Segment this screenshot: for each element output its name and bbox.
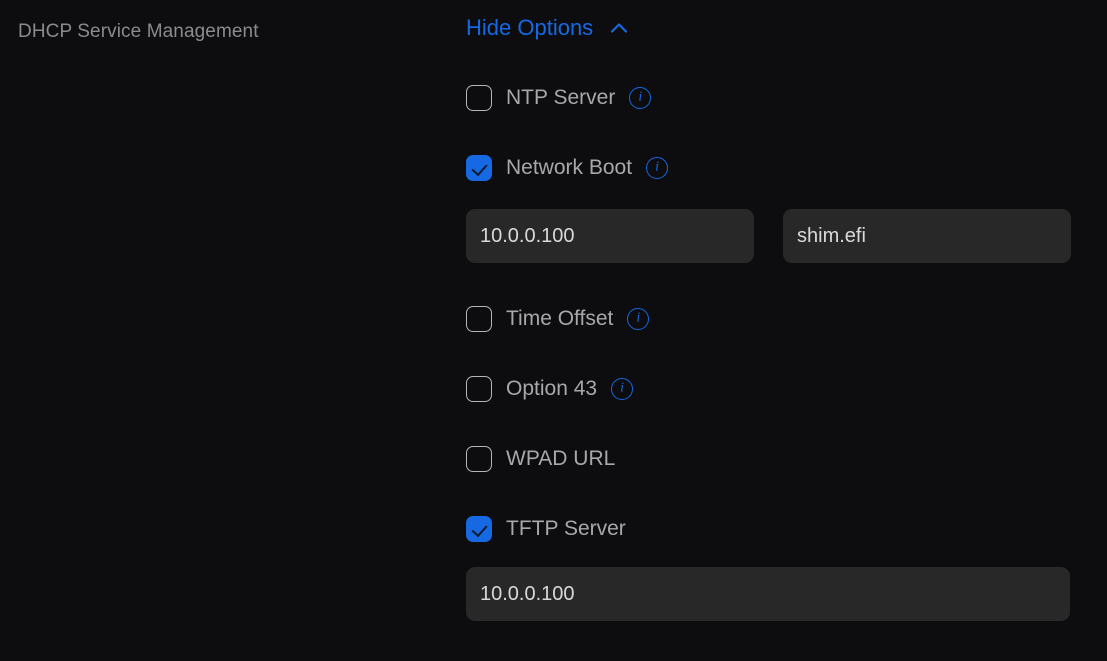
network-boot-file-input[interactable] <box>783 209 1071 263</box>
hide-options-toggle[interactable]: Hide Options <box>466 14 631 42</box>
option-row-ntp-server[interactable]: NTP Server i <box>466 84 1070 112</box>
option-row-network-boot[interactable]: Network Boot i <box>466 154 1070 182</box>
option-label-tftp-server: TFTP Server <box>506 516 626 542</box>
option-row-option-43[interactable]: Option 43 i <box>466 375 1070 403</box>
checkbox-option-43[interactable] <box>466 376 492 402</box>
option-label-time-offset: Time Offset <box>506 306 613 332</box>
checkbox-wpad-url[interactable] <box>466 446 492 472</box>
chevron-up-icon <box>607 16 631 40</box>
option-label-wpad-url: WPAD URL <box>506 446 615 472</box>
info-icon-time-offset[interactable]: i <box>627 308 649 330</box>
option-row-wpad-url[interactable]: WPAD URL <box>466 445 1070 473</box>
checkbox-time-offset[interactable] <box>466 306 492 332</box>
checkbox-ntp-server[interactable] <box>466 85 492 111</box>
options-panel: Hide Options NTP Server i Network Boot i <box>466 0 1070 621</box>
option-row-tftp-server[interactable]: TFTP Server <box>466 515 1070 543</box>
option-label-ntp-server: NTP Server <box>506 85 615 111</box>
option-row-time-offset[interactable]: Time Offset i <box>466 305 1070 333</box>
network-boot-server-input[interactable] <box>466 209 754 263</box>
info-icon-network-boot[interactable]: i <box>646 157 668 179</box>
tftp-server-fields <box>466 567 1070 621</box>
hide-options-label: Hide Options <box>466 14 593 42</box>
info-icon-ntp-server[interactable]: i <box>629 87 651 109</box>
dhcp-options-screen: DHCP Service Management Hide Options NTP… <box>0 0 1107 661</box>
checkbox-tftp-server[interactable] <box>466 516 492 542</box>
tftp-server-address-input[interactable] <box>466 567 1070 621</box>
option-label-network-boot: Network Boot <box>506 155 632 181</box>
network-boot-fields <box>466 209 1070 263</box>
checkbox-network-boot[interactable] <box>466 155 492 181</box>
option-label-option-43: Option 43 <box>506 376 597 402</box>
info-icon-option-43[interactable]: i <box>611 378 633 400</box>
page-title: DHCP Service Management <box>18 19 259 44</box>
